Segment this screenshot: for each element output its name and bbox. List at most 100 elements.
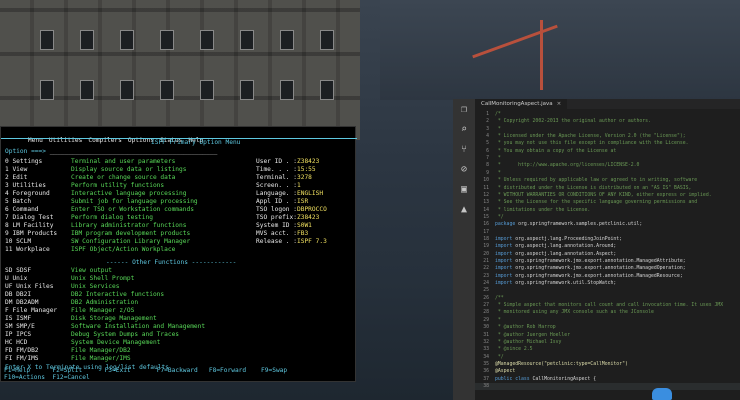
code-line[interactable]: * You may obtain a copy of the License a…: [495, 148, 616, 155]
panel-title: ISPF Primary Option Menu: [151, 139, 241, 146]
other-function-code[interactable]: SD SDSF: [5, 267, 31, 275]
status-value: ISPF 7.3: [297, 238, 327, 245]
option-description: Library administrator functions: [71, 222, 187, 229]
other-function-code[interactable]: F File Manager: [5, 307, 57, 315]
other-function-description: File Manager z/OS: [71, 307, 135, 314]
source-control-icon[interactable]: ⑂: [458, 144, 470, 156]
code-line[interactable]: /*: [495, 111, 501, 118]
line-number: 4: [486, 134, 489, 140]
docker-icon[interactable]: ▲: [458, 204, 470, 216]
code-line[interactable]: * See the License for the specific langu…: [495, 199, 697, 206]
option-code[interactable]: 5 Batch: [5, 198, 31, 206]
code-line[interactable]: * distributed under the License is distr…: [495, 185, 692, 192]
code-line[interactable]: * @since 2.5: [495, 346, 533, 353]
extensions-icon[interactable]: ▣: [458, 184, 470, 196]
code-line[interactable]: * WITHOUT WARRANTIES OR CONDITIONS OF AN…: [495, 192, 712, 199]
code-line[interactable]: import org.springframework.util.StopWatc…: [495, 280, 616, 287]
other-function-code[interactable]: FD FM/DB2: [5, 347, 39, 355]
close-icon[interactable]: ×: [557, 101, 562, 107]
option-input[interactable]: ________________________________________…: [50, 148, 218, 155]
code-line[interactable]: *: [495, 170, 501, 177]
option-code[interactable]: 2 Edit: [5, 174, 27, 182]
code-line[interactable]: * limitations under the License.: [495, 207, 590, 214]
code-line[interactable]: package org.springframework.samples.petc…: [495, 221, 642, 228]
other-function-code[interactable]: DB DB2I: [5, 291, 31, 299]
other-function-code[interactable]: IS ISMF: [5, 315, 31, 323]
option-code[interactable]: 0 Settings: [5, 158, 42, 166]
other-function-code[interactable]: U Unix: [5, 275, 27, 283]
other-function-code[interactable]: IP IPCS: [5, 331, 31, 339]
code-line[interactable]: * monitored using any JMX console such a…: [495, 309, 654, 316]
code-line[interactable]: *: [495, 126, 501, 133]
option-description: Terminal and user parameters: [71, 158, 176, 165]
other-function-code[interactable]: HC HCD: [5, 339, 27, 347]
option-code[interactable]: 1 View: [5, 166, 27, 174]
option-code[interactable]: 8 LM Facility: [5, 222, 53, 230]
line-number: 35: [483, 361, 489, 367]
code-line[interactable]: */: [495, 354, 504, 361]
wallpaper-window: [160, 30, 174, 50]
status-label: Release . :: [256, 238, 297, 245]
code-line[interactable]: *: [495, 155, 501, 162]
wallpaper-window: [160, 80, 174, 100]
code-line[interactable]: import org.aspectj.lang.annotation.Aroun…: [495, 243, 616, 250]
code-line[interactable]: @ManagedResource("petclinic:type=CallMon…: [495, 361, 628, 368]
code-line[interactable]: import org.aspectj.lang.annotation.Aspec…: [495, 251, 616, 258]
option-code[interactable]: 4 Foreground: [5, 190, 50, 198]
code-line[interactable]: * @author Rob Harrop: [495, 324, 556, 331]
ispf-terminal-window[interactable]: Menu Utilities Compilers Options Status Help …: [0, 126, 357, 382]
code-line[interactable]: import org.aspectj.lang.ProceedingJoinPo…: [495, 236, 622, 243]
code-line[interactable]: /**: [495, 295, 504, 302]
other-function-code[interactable]: DM DB2ADM: [5, 299, 39, 307]
files-icon[interactable]: ❐: [458, 104, 470, 116]
option-code[interactable]: 7 Dialog Test: [5, 214, 53, 222]
code-line[interactable]: * http://www.apache.org/licenses/LICENSE…: [495, 162, 640, 169]
option-code[interactable]: 9 IBM Products: [5, 230, 57, 238]
activity-bar: ❐ ⌕ ⑂ ⊘ ▣ ▲: [453, 99, 475, 400]
status-value: 15:55: [297, 166, 316, 173]
line-number: 20: [483, 251, 489, 257]
line-number: 5: [486, 141, 489, 147]
code-line[interactable]: */: [495, 214, 504, 221]
code-line[interactable]: * Copyright 2002-2013 the original autho…: [495, 118, 651, 125]
other-function-code[interactable]: SM SMP/E: [5, 323, 35, 331]
option-code[interactable]: 3 Utilities: [5, 182, 46, 190]
code-line[interactable]: * you may not use this file except in co…: [495, 140, 689, 147]
code-editor[interactable]: 1 /* 2 * Copyright 2002-2013 the original …: [475, 111, 740, 400]
line-number: 34: [483, 354, 489, 360]
code-line[interactable]: @Aspect: [495, 368, 515, 375]
debug-icon[interactable]: ⊘: [458, 164, 470, 176]
code-line[interactable]: import org.springframework.jmx.export.an…: [495, 273, 683, 280]
wallpaper-city: [380, 0, 740, 100]
other-function-code[interactable]: FI FM/IMS: [5, 355, 39, 363]
code-line[interactable]: import org.springframework.jmx.export.an…: [495, 258, 686, 265]
code-line[interactable]: * @author Juergen Hoeller: [495, 332, 570, 339]
vscode-window[interactable]: ❐ ⌕ ⑂ ⊘ ▣ ▲ CallMonitoringAspect.java × 1…: [453, 99, 740, 400]
wallpaper-window: [40, 80, 54, 100]
option-code[interactable]: 11 Workplace: [5, 246, 50, 254]
code-line[interactable]: * Unless required by applicable law or a…: [495, 177, 697, 184]
line-number: 7: [486, 156, 489, 162]
code-line[interactable]: * Licensed under the Apache License, Ver…: [495, 133, 686, 140]
option-code[interactable]: 10 SCLM: [5, 238, 31, 246]
status-value: S0W1: [297, 222, 312, 229]
line-number: 3: [486, 126, 489, 132]
search-icon[interactable]: ⌕: [458, 124, 470, 136]
code-line[interactable]: * @author Michael Isvy: [495, 339, 562, 346]
status-value: 3278: [297, 174, 312, 181]
editor-tabs: CallMonitoringAspect.java ×: [475, 99, 740, 109]
option-description: Interactive language processing: [71, 190, 187, 197]
code-line[interactable]: * Simple aspect that monitors call count…: [495, 302, 723, 309]
other-function-description: View output: [71, 267, 112, 274]
option-code[interactable]: 6 Command: [5, 206, 39, 214]
code-line[interactable]: import org.springframework.jmx.export.an…: [495, 265, 686, 272]
code-line[interactable]: *: [495, 317, 501, 324]
wallpaper-window: [80, 80, 94, 100]
tab-callmonitoringaspect[interactable]: CallMonitoringAspect.java ×: [475, 99, 568, 109]
pfkeys-line-2[interactable]: F10=Actions F12=Cancel: [4, 374, 90, 382]
code-line[interactable]: public class CallMonitoringAspect {: [495, 376, 596, 383]
other-function-code[interactable]: UF Unix Files: [5, 283, 53, 291]
option-prompt[interactable]: Option ===> ____________________________…: [5, 148, 217, 156]
line-number: 29: [483, 317, 489, 323]
wallpaper-window: [280, 30, 294, 50]
